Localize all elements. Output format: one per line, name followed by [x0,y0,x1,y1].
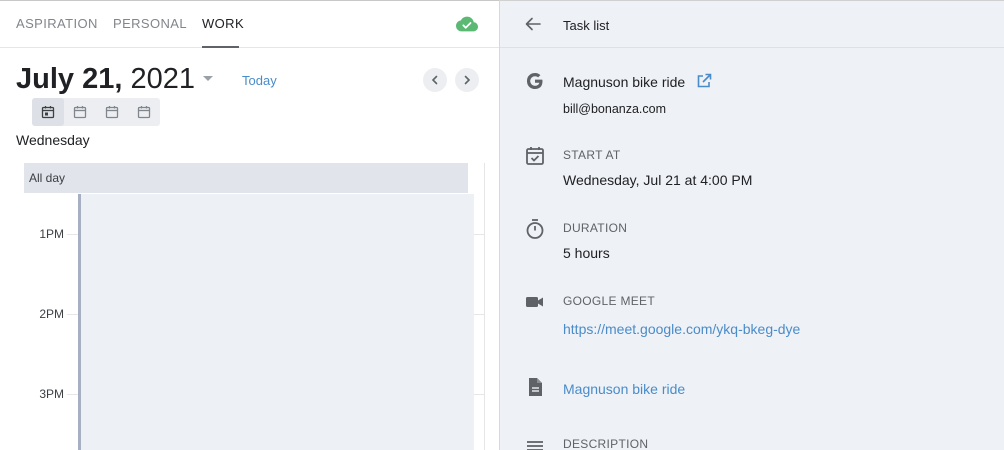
three-day-view-button[interactable] [64,98,96,126]
grid-divider [484,163,485,450]
date-dropdown-icon[interactable] [203,76,213,81]
date-heading[interactable]: July 21, 2021 [16,61,195,97]
active-tab-indicator [202,46,239,48]
back-arrow-icon[interactable] [524,15,542,33]
tab-work[interactable]: WORK [202,16,244,31]
duration-label: DURATION [563,221,628,235]
tab-personal[interactable]: PERSONAL [113,16,187,31]
hour-label: 3PM [39,387,64,401]
start-at-label: START AT [563,148,621,162]
date-month-day: July 21, [16,63,123,95]
google-meet-label: GOOGLE MEET [563,294,655,308]
event-detail-panel: Task list Magnuson bike ride bill@bonanz… [499,0,1004,450]
document-link[interactable]: Magnuson bike ride [563,381,685,397]
calendar-tabs: ASPIRATION PERSONAL WORK [0,1,499,48]
organizer-email: bill@bonanza.com [563,102,667,116]
three-day-view-icon [73,106,87,119]
month-view-icon [137,106,151,119]
duration-value: 5 hours [563,245,610,261]
google-icon [527,73,543,89]
hour-label: 1PM [39,227,64,241]
google-meet-link[interactable]: https://meet.google.com/ykq-bkeg-dye [563,321,800,337]
all-day-row[interactable] [24,163,468,193]
calendar-check-icon [526,147,544,165]
today-button[interactable]: Today [242,73,277,88]
month-view-button[interactable] [128,98,160,126]
cloud-check-icon[interactable] [456,15,478,33]
view-switcher [32,98,160,126]
hour-label: 2PM [39,307,64,321]
next-day-button[interactable] [455,68,479,92]
video-camera-icon [526,297,543,307]
calendar-panel: ASPIRATION PERSONAL WORK July 21, 2021 T… [0,0,499,450]
weekday-label: Wednesday [16,132,90,148]
calendar-event-block[interactable] [78,194,474,450]
event-title: Magnuson bike ride [563,74,686,90]
document-icon [529,378,542,396]
week-view-icon [105,106,119,119]
chevron-right-icon [464,75,471,85]
description-label: DESCRIPTION [563,437,649,450]
week-view-button[interactable] [96,98,128,126]
detail-header: Task list [500,1,1004,48]
detail-header-title: Task list [563,18,610,33]
day-view-icon [41,106,55,119]
description-icon [527,441,543,450]
open-external-icon[interactable] [695,72,713,90]
all-day-label: All day [29,171,66,185]
start-at-value: Wednesday, Jul 21 at 4:00 PM [563,172,753,188]
day-view-button[interactable] [32,98,64,126]
date-year: 2021 [130,63,195,95]
tab-aspiration[interactable]: ASPIRATION [16,16,98,31]
chevron-left-icon [431,75,438,85]
previous-day-button[interactable] [423,68,447,92]
timer-icon [526,219,544,239]
